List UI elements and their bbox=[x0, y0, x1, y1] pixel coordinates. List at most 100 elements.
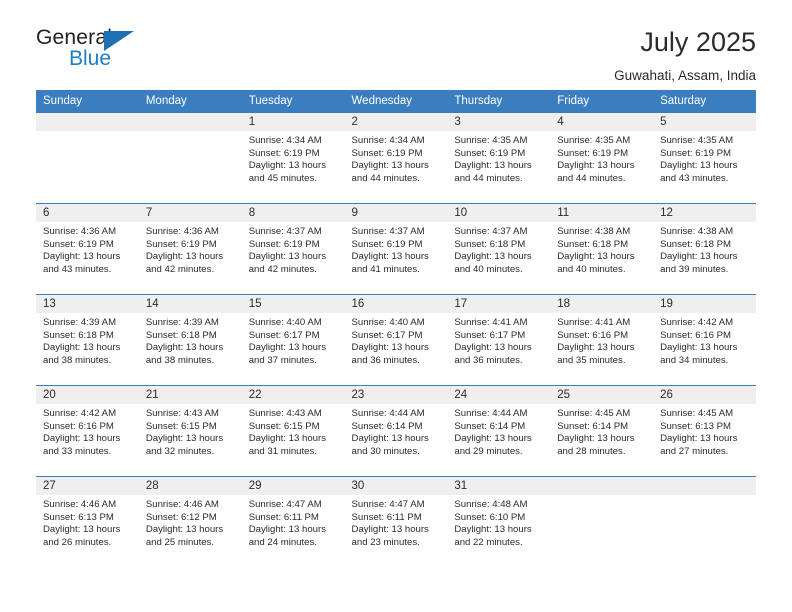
calendar-day-cell[interactable]: 3 Sunrise: 4:35 AM Sunset: 6:19 PM Daylight… bbox=[447, 113, 551, 204]
calendar-day-cell[interactable]: 15 Sunrise: 4:40 AM Sunset: 6:17 PM Dayligh… bbox=[241, 294, 345, 386]
sunset-text: Sunset: 6:15 PM bbox=[145, 420, 217, 432]
sunrise-text: Sunrise: 4:42 AM bbox=[660, 317, 734, 328]
calendar-day-cell[interactable]: 2 Sunrise: 4:34 AM Sunset: 6:19 PM Daylight… bbox=[344, 113, 448, 204]
sunrise-text: Sunrise: 4:44 AM bbox=[454, 408, 528, 419]
day-number: 22 bbox=[241, 386, 345, 404]
sunrise-text: Sunrise: 4:43 AM bbox=[145, 408, 219, 419]
calendar-day-cell-empty bbox=[138, 113, 242, 204]
weekday-header-friday: Friday bbox=[550, 90, 654, 113]
sunset-text: Sunset: 6:15 PM bbox=[248, 420, 320, 432]
calendar-day-cell[interactable]: 11 Sunrise: 4:38 AM Sunset: 6:18 PM Dayligh… bbox=[550, 203, 654, 295]
day-number: 18 bbox=[550, 295, 654, 313]
calendar-day-cell[interactable]: 6 Sunrise: 4:36 AM Sunset: 6:19 PM Daylight… bbox=[36, 203, 139, 295]
calendar-day-cell[interactable]: 1 Sunrise: 4:34 AM Sunset: 6:19 PM Daylight… bbox=[241, 113, 345, 204]
calendar-day-cell[interactable]: 17 Sunrise: 4:41 AM Sunset: 6:17 PM Dayligh… bbox=[447, 294, 551, 386]
calendar-day-cell[interactable]: 30 Sunrise: 4:47 AM Sunset: 6:11 PM Dayligh… bbox=[344, 476, 448, 567]
day-details: Sunrise: 4:36 AM Sunset: 6:19 PM Daylight:… bbox=[139, 222, 242, 276]
calendar-day-cell[interactable]: 12 Sunrise: 4:38 AM Sunset: 6:18 PM Dayligh… bbox=[653, 203, 756, 295]
calendar-day-cell[interactable]: 27 Sunrise: 4:46 AM Sunset: 6:13 PM Dayligh… bbox=[36, 476, 139, 567]
sunrise-text: Sunrise: 4:35 AM bbox=[454, 135, 528, 146]
calendar-day-cell[interactable]: 5 Sunrise: 4:35 AM Sunset: 6:19 PM Daylight… bbox=[653, 113, 756, 204]
calendar-day-cell[interactable]: 18 Sunrise: 4:41 AM Sunset: 6:16 PM Dayligh… bbox=[550, 294, 654, 386]
day-details: Sunrise: 4:46 AM Sunset: 6:13 PM Daylight:… bbox=[36, 495, 139, 549]
day-cell-inner bbox=[550, 477, 654, 567]
calendar-week-row: 6 Sunrise: 4:36 AM Sunset: 6:19 PM Daylight… bbox=[36, 203, 756, 295]
calendar-day-cell[interactable]: 7 Sunrise: 4:36 AM Sunset: 6:19 PM Daylight… bbox=[138, 203, 242, 295]
sunrise-text: Sunrise: 4:39 AM bbox=[43, 317, 117, 328]
day-cell-inner: 20 Sunrise: 4:42 AM Sunset: 6:16 PM Dayligh… bbox=[36, 386, 139, 476]
day-cell-inner: 21 Sunrise: 4:43 AM Sunset: 6:15 PM Dayligh… bbox=[138, 386, 242, 476]
sunset-text: Sunset: 6:19 PM bbox=[248, 147, 320, 159]
sunset-text: Sunset: 6:17 PM bbox=[454, 329, 526, 341]
sunrise-text: Sunrise: 4:48 AM bbox=[454, 499, 528, 510]
day-number: 11 bbox=[550, 204, 654, 222]
day-number: 28 bbox=[138, 477, 242, 495]
calendar-day-cell[interactable]: 20 Sunrise: 4:42 AM Sunset: 6:16 PM Dayligh… bbox=[36, 385, 139, 477]
logo-text-blue: Blue bbox=[69, 47, 112, 70]
sunset-text: Sunset: 6:16 PM bbox=[660, 329, 731, 341]
day-details: Sunrise: 4:35 AM Sunset: 6:19 PM Daylight:… bbox=[550, 131, 653, 185]
calendar-day-cell[interactable]: 13 Sunrise: 4:39 AM Sunset: 6:18 PM Dayligh… bbox=[36, 294, 139, 386]
sunrise-text: Sunrise: 4:45 AM bbox=[557, 408, 631, 419]
calendar-day-cell[interactable]: 23 Sunrise: 4:44 AM Sunset: 6:14 PM Dayligh… bbox=[344, 385, 448, 477]
day-number: 15 bbox=[241, 295, 345, 313]
calendar-day-cell[interactable]: 29 Sunrise: 4:47 AM Sunset: 6:11 PM Dayligh… bbox=[241, 476, 345, 567]
day-details: Sunrise: 4:37 AM Sunset: 6:19 PM Daylight:… bbox=[345, 222, 448, 276]
sunrise-text: Sunrise: 4:42 AM bbox=[43, 408, 117, 419]
daylight-text: Daylight: 13 hours and 38 minutes. bbox=[43, 342, 121, 366]
day-number: 24 bbox=[447, 386, 551, 404]
sunrise-text: Sunrise: 4:35 AM bbox=[660, 135, 734, 146]
day-details: Sunrise: 4:47 AM Sunset: 6:11 PM Daylight:… bbox=[242, 495, 345, 549]
sunset-text: Sunset: 6:19 PM bbox=[43, 238, 114, 250]
weekday-header-thursday: Thursday bbox=[447, 90, 551, 113]
calendar-day-cell[interactable]: 10 Sunrise: 4:37 AM Sunset: 6:18 PM Dayligh… bbox=[447, 203, 551, 295]
calendar-day-cell[interactable]: 22 Sunrise: 4:43 AM Sunset: 6:15 PM Dayligh… bbox=[241, 385, 345, 477]
day-number: 17 bbox=[447, 295, 551, 313]
weekday-header-row: Sunday Monday Tuesday Wednesday Thursday Frid… bbox=[36, 90, 756, 113]
day-details: Sunrise: 4:44 AM Sunset: 6:14 PM Daylight:… bbox=[447, 404, 550, 458]
sunrise-text: Sunrise: 4:37 AM bbox=[351, 226, 425, 237]
sunset-text: Sunset: 6:18 PM bbox=[454, 238, 526, 250]
calendar-day-cell[interactable]: 25 Sunrise: 4:45 AM Sunset: 6:14 PM Dayligh… bbox=[550, 385, 654, 477]
calendar-day-cell[interactable]: 8 Sunrise: 4:37 AM Sunset: 6:19 PM Daylight… bbox=[241, 203, 345, 295]
calendar-week-row: 13 Sunrise: 4:39 AM Sunset: 6:18 PM Dayligh… bbox=[36, 294, 756, 386]
day-number: 21 bbox=[138, 386, 242, 404]
sunrise-text: Sunrise: 4:36 AM bbox=[145, 226, 219, 237]
daylight-text: Daylight: 13 hours and 40 minutes. bbox=[557, 251, 635, 275]
sunset-text: Sunset: 6:10 PM bbox=[454, 511, 526, 523]
sunset-text: Sunset: 6:19 PM bbox=[660, 147, 731, 159]
day-details: Sunrise: 4:45 AM Sunset: 6:14 PM Daylight:… bbox=[550, 404, 653, 458]
calendar-day-cell[interactable]: 24 Sunrise: 4:44 AM Sunset: 6:14 PM Dayligh… bbox=[447, 385, 551, 477]
calendar-day-cell[interactable]: 26 Sunrise: 4:45 AM Sunset: 6:13 PM Dayligh… bbox=[653, 385, 756, 477]
day-number bbox=[36, 113, 139, 131]
general-blue-logo[interactable]: General Blue bbox=[36, 26, 176, 78]
day-cell-inner: 2 Sunrise: 4:34 AM Sunset: 6:19 PM Daylight… bbox=[344, 113, 448, 203]
calendar-day-cell[interactable]: 4 Sunrise: 4:35 AM Sunset: 6:19 PM Daylight… bbox=[550, 113, 654, 204]
calendar-day-cell[interactable]: 14 Sunrise: 4:39 AM Sunset: 6:18 PM Dayligh… bbox=[138, 294, 242, 386]
weekday-header-saturday: Saturday bbox=[653, 90, 756, 113]
day-details: Sunrise: 4:40 AM Sunset: 6:17 PM Daylight:… bbox=[242, 313, 345, 367]
sunset-text: Sunset: 6:19 PM bbox=[145, 238, 217, 250]
sunrise-text: Sunrise: 4:34 AM bbox=[351, 135, 425, 146]
daylight-text: Daylight: 13 hours and 44 minutes. bbox=[557, 160, 635, 184]
daylight-text: Daylight: 13 hours and 27 minutes. bbox=[660, 433, 738, 457]
sunset-text: Sunset: 6:18 PM bbox=[660, 238, 731, 250]
sunset-text: Sunset: 6:19 PM bbox=[351, 238, 423, 250]
calendar-day-cell[interactable]: 28 Sunrise: 4:46 AM Sunset: 6:12 PM Dayligh… bbox=[138, 476, 242, 567]
day-number: 13 bbox=[36, 295, 139, 313]
calendar-day-cell[interactable]: 31 Sunrise: 4:48 AM Sunset: 6:10 PM Dayligh… bbox=[447, 476, 551, 567]
day-number: 3 bbox=[447, 113, 551, 131]
calendar-day-cell[interactable]: 9 Sunrise: 4:37 AM Sunset: 6:19 PM Daylight… bbox=[344, 203, 448, 295]
day-number: 16 bbox=[344, 295, 448, 313]
day-number: 4 bbox=[550, 113, 654, 131]
sunset-text: Sunset: 6:17 PM bbox=[351, 329, 423, 341]
day-cell-inner: 24 Sunrise: 4:44 AM Sunset: 6:14 PM Dayligh… bbox=[447, 386, 551, 476]
calendar-day-cell-empty bbox=[550, 476, 654, 567]
calendar-day-cell[interactable]: 19 Sunrise: 4:42 AM Sunset: 6:16 PM Dayligh… bbox=[653, 294, 756, 386]
calendar-table: Sunday Monday Tuesday Wednesday Thursday Frid… bbox=[36, 90, 756, 567]
day-number: 7 bbox=[138, 204, 242, 222]
day-cell-inner: 14 Sunrise: 4:39 AM Sunset: 6:18 PM Dayligh… bbox=[138, 295, 242, 385]
calendar-day-cell[interactable]: 16 Sunrise: 4:40 AM Sunset: 6:17 PM Dayligh… bbox=[344, 294, 448, 386]
sunset-text: Sunset: 6:19 PM bbox=[351, 147, 423, 159]
calendar-day-cell[interactable]: 21 Sunrise: 4:43 AM Sunset: 6:15 PM Dayligh… bbox=[138, 385, 242, 477]
